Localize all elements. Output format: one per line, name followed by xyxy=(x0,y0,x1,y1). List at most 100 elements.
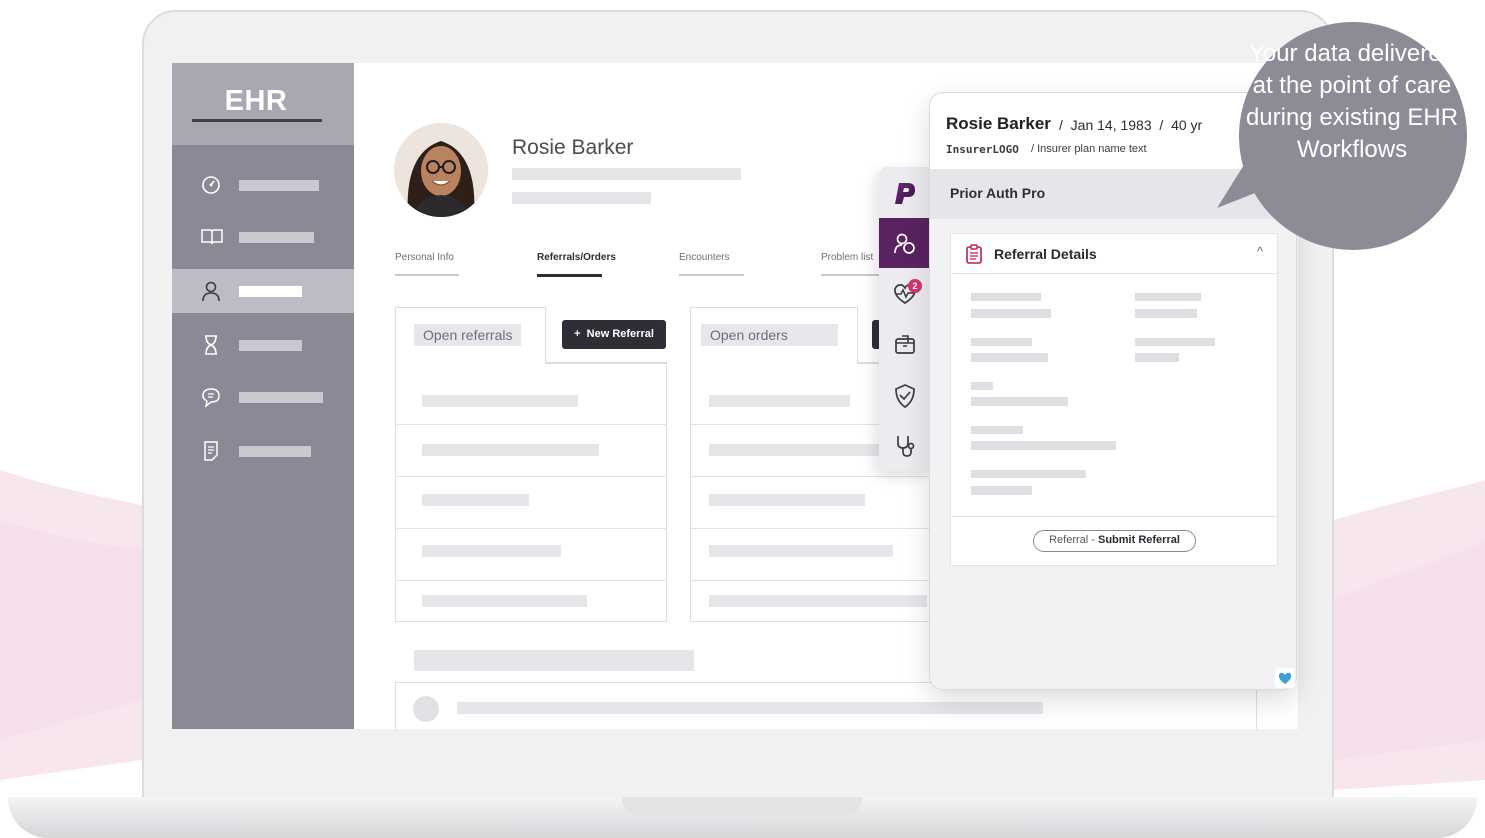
tab-underline-active xyxy=(537,274,602,277)
row-divider xyxy=(396,528,666,529)
referral-details-header[interactable]: Referral Details ^ xyxy=(951,234,1277,274)
order-row-placeholder xyxy=(709,494,865,506)
sidebar-item-messages[interactable] xyxy=(172,375,354,419)
callout-text: Your data delivered at the point of care… xyxy=(1245,40,1459,163)
field-placeholder xyxy=(971,338,1032,346)
field-placeholder xyxy=(971,486,1032,495)
rail-item-people[interactable] xyxy=(879,218,931,268)
hourglass-icon xyxy=(205,335,217,355)
field-placeholder xyxy=(971,397,1068,406)
chat-icon xyxy=(202,388,220,408)
tab-underline xyxy=(821,274,886,276)
new-referral-button[interactable]: + New Referral xyxy=(562,320,666,349)
document-icon xyxy=(204,441,218,461)
patient-age: 40 yr xyxy=(1171,117,1203,133)
rail-item-clinical[interactable] xyxy=(879,420,931,470)
sidebar-label-placeholder xyxy=(239,286,302,297)
tab-encounters[interactable]: Encounters xyxy=(679,252,730,263)
rail-logo[interactable] xyxy=(879,167,931,217)
tab-underline xyxy=(679,274,744,276)
sidebar-label-placeholder xyxy=(239,232,314,243)
order-row-placeholder xyxy=(709,545,893,557)
field-placeholder xyxy=(1135,353,1179,362)
referral-row-placeholder xyxy=(422,595,587,607)
field-placeholder xyxy=(971,441,1116,450)
tab-referrals-orders[interactable]: Referrals/Orders xyxy=(537,252,616,263)
insurer-logo: InsurerLOGO xyxy=(946,143,1019,156)
patient-avatar xyxy=(394,123,488,217)
tab-problem-list[interactable]: Problem list xyxy=(821,252,873,263)
p-logo-icon xyxy=(895,183,915,204)
avatar-placeholder xyxy=(413,696,439,722)
field-placeholder xyxy=(971,309,1051,318)
ehr-logo: EHR xyxy=(172,63,354,145)
ehr-sidebar: EHR xyxy=(172,63,354,729)
field-placeholder xyxy=(1135,309,1197,318)
patient-detail-placeholder xyxy=(512,168,741,180)
panel-patient-name: Rosie Barker xyxy=(946,114,1051,133)
referral-row-placeholder xyxy=(422,545,561,557)
bottom-row-placeholder xyxy=(457,702,1043,714)
field-placeholder xyxy=(971,293,1041,301)
sidebar-item-documents[interactable] xyxy=(172,429,354,473)
sidebar-item-history[interactable] xyxy=(172,323,354,367)
plugin-rail: 2 xyxy=(879,167,931,471)
clipboard-icon xyxy=(966,244,982,264)
marketing-stage: { "colors": { "sidebar": "#8a8a96", "sid… xyxy=(0,0,1485,838)
separator: / xyxy=(1059,117,1063,133)
ehr-logo-text: EHR xyxy=(224,85,288,117)
field-placeholder xyxy=(971,353,1048,362)
sidebar-label-placeholder xyxy=(239,340,302,351)
rail-item-coverage[interactable] xyxy=(879,370,931,420)
new-referral-label: New Referral xyxy=(586,328,654,340)
book-icon xyxy=(201,229,223,245)
chevron-up-icon[interactable]: ^ xyxy=(1257,244,1263,259)
sidebar-label-placeholder xyxy=(239,180,319,191)
sidebar-label-placeholder xyxy=(239,446,311,457)
order-row-placeholder xyxy=(709,395,850,407)
patient-dob: Jan 14, 1983 xyxy=(1070,117,1152,133)
rail-item-package[interactable] xyxy=(879,319,931,369)
open-referrals-label: Open referrals xyxy=(414,324,522,346)
sidebar-item-patient[interactable] xyxy=(172,269,354,313)
open-orders-label: Open orders xyxy=(701,324,838,346)
row-divider xyxy=(396,424,666,425)
panel-patient-meta: / Jan 14, 1983 / 40 yr xyxy=(1059,117,1202,133)
action-prefix: Referral - xyxy=(1049,534,1098,546)
separator: / xyxy=(1159,117,1164,133)
dashboard-gauge-icon xyxy=(202,176,220,194)
sidebar-label-placeholder xyxy=(239,392,323,403)
row-divider xyxy=(396,476,666,477)
field-placeholder xyxy=(1135,338,1215,346)
shield-check-icon xyxy=(895,384,915,409)
field-placeholder xyxy=(971,426,1023,434)
laptop-notch xyxy=(622,797,862,815)
insurer-plan: / Insurer plan name text xyxy=(1031,143,1147,155)
tab-personal-info[interactable]: Personal Info xyxy=(395,252,454,263)
referral-row-placeholder xyxy=(422,494,529,506)
sidebar-item-book[interactable] xyxy=(172,215,354,259)
field-placeholder xyxy=(1135,293,1201,301)
referral-details-title: Referral Details xyxy=(994,246,1097,262)
submit-referral-button[interactable]: Referral - Submit Referral xyxy=(1033,530,1196,552)
order-row-placeholder xyxy=(709,595,927,607)
patient-name: Rosie Barker xyxy=(512,136,634,159)
plus-icon: + xyxy=(574,328,587,340)
referral-row-placeholder xyxy=(422,444,599,456)
rail-item-health[interactable]: 2 xyxy=(879,268,931,318)
card-top-border xyxy=(546,362,667,363)
heart-logo-icon xyxy=(1275,668,1295,688)
patient-detail-placeholder xyxy=(512,192,651,204)
people-icon xyxy=(894,233,915,254)
referral-row-placeholder xyxy=(422,395,578,407)
patient-photo xyxy=(394,123,488,217)
field-placeholder xyxy=(971,470,1086,478)
notification-badge: 2 xyxy=(908,279,922,293)
ehr-logo-underline xyxy=(192,119,322,122)
card-footer-divider xyxy=(951,516,1277,517)
person-icon xyxy=(202,281,220,302)
sidebar-item-dashboard[interactable] xyxy=(172,163,354,207)
app-name: Prior Auth Pro xyxy=(950,185,1046,201)
order-row-placeholder xyxy=(709,444,879,456)
stethoscope-icon xyxy=(897,436,915,457)
